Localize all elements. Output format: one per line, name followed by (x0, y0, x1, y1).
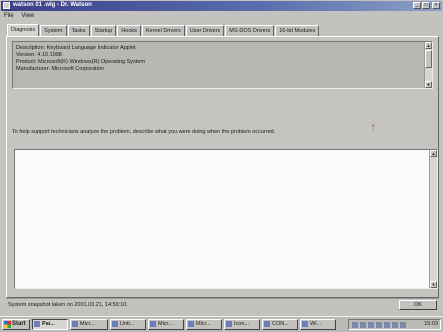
tab-startup[interactable]: Startup (90, 25, 117, 36)
tray-icon[interactable] (352, 322, 358, 328)
product-line: Product: Microsoft(R) Windows(R) Operati… (16, 59, 145, 65)
diagnosis-info-box[interactable]: Description: Keyboard Language Indicator… (12, 41, 433, 89)
taskbar-item-wi[interactable]: Wi... (300, 319, 336, 330)
app-icon[interactable] (3, 2, 10, 9)
start-button[interactable]: Start (2, 319, 30, 330)
taskbar: Start Pai... Micr... Unti... Micr... Mic… (0, 316, 443, 332)
app-icon (34, 321, 40, 327)
close-button[interactable]: × (432, 2, 440, 9)
app-icon (112, 321, 118, 327)
tab-msdos-drivers[interactable]: MS-DOS Drivers (225, 25, 275, 36)
mouse-cursor-icon: ᛉ (371, 125, 376, 132)
notes-scrollbar[interactable]: ▲ ▼ (429, 150, 437, 288)
tray-icon[interactable] (376, 322, 382, 328)
manufacturer-line: Manufacturer: Microsoft Corporation (16, 66, 105, 72)
tray-icon[interactable] (368, 322, 374, 328)
speaker-icon[interactable] (400, 322, 406, 328)
ok-button[interactable]: OK (399, 300, 437, 310)
taskbar-item-paint[interactable]: Pai... (32, 319, 68, 330)
app-icon (264, 321, 270, 327)
taskbar-item-micr-1[interactable]: Micr... (70, 319, 108, 330)
tab-system[interactable]: System (40, 25, 67, 36)
start-label: Start (12, 321, 26, 327)
system-tray: 15:03 (348, 319, 441, 330)
tab-kernel-drivers[interactable]: Kernel Drivers (141, 25, 185, 36)
scroll-thumb[interactable] (425, 50, 432, 68)
scroll-up-arrow-icon[interactable]: ▲ (425, 42, 432, 49)
taskbar-item-icon[interactable]: Icon... (224, 319, 260, 330)
dr-watson-window: watson 01 .wlg - Dr. Watson _ □ × File V… (0, 0, 443, 316)
app-icon (302, 321, 308, 327)
problem-description-textarea[interactable]: ▲ ▼ (14, 149, 438, 289)
maximize-button[interactable]: □ (422, 2, 430, 9)
tab-tasks[interactable]: Tasks (67, 25, 90, 36)
menu-bar: File View (1, 12, 442, 21)
app-icon (188, 321, 194, 327)
menu-view[interactable]: View (18, 12, 37, 20)
tray-icon[interactable] (392, 322, 398, 328)
version-line: Version: 4.10.1998 (16, 52, 62, 58)
tab-user-drivers[interactable]: User Drivers (185, 25, 225, 36)
taskbar-item-con[interactable]: CON... (262, 319, 298, 330)
minimize-button[interactable]: _ (413, 2, 421, 9)
tab-16bit-modules[interactable]: 16-bit Modules (275, 25, 320, 36)
notes-scroll-down-arrow-icon[interactable]: ▼ (430, 281, 437, 288)
taskbar-item-micr-2[interactable]: Micr... (148, 319, 184, 330)
info-scrollbar[interactable]: ▲ ▼ (424, 42, 432, 88)
snapshot-status: System snapshot taken on 2001.03.21, 14:… (8, 302, 128, 308)
app-icon (226, 321, 232, 327)
clock[interactable]: 15:03 (424, 321, 438, 327)
problem-prompt: To help support technicians analyze the … (12, 129, 276, 135)
taskbar-item-micr-3[interactable]: Micr... (186, 319, 222, 330)
tab-diagnosis[interactable]: Diagnosis (7, 24, 40, 36)
app-icon (150, 321, 156, 327)
title-bar[interactable]: watson 01 .wlg - Dr. Watson _ □ × (1, 1, 442, 11)
menu-file[interactable]: File (1, 12, 17, 20)
tray-icon[interactable] (384, 322, 390, 328)
tray-icon[interactable] (360, 322, 366, 328)
app-icon (72, 321, 78, 327)
windows-logo-icon (4, 321, 11, 328)
scroll-down-arrow-icon[interactable]: ▼ (425, 81, 432, 88)
taskbar-item-untitled[interactable]: Unti... (110, 319, 146, 330)
notes-scroll-up-arrow-icon[interactable]: ▲ (430, 150, 437, 157)
window-title: watson 01 .wlg - Dr. Watson (13, 2, 92, 8)
description-line: Description: Keyboard Language Indicator… (16, 45, 136, 51)
tab-strip: Diagnosis System Tasks Startup Hooks Ker… (7, 24, 320, 36)
status-bar: System snapshot taken on 2001.03.21, 14:… (6, 298, 439, 312)
tab-hooks[interactable]: Hooks (117, 25, 141, 36)
